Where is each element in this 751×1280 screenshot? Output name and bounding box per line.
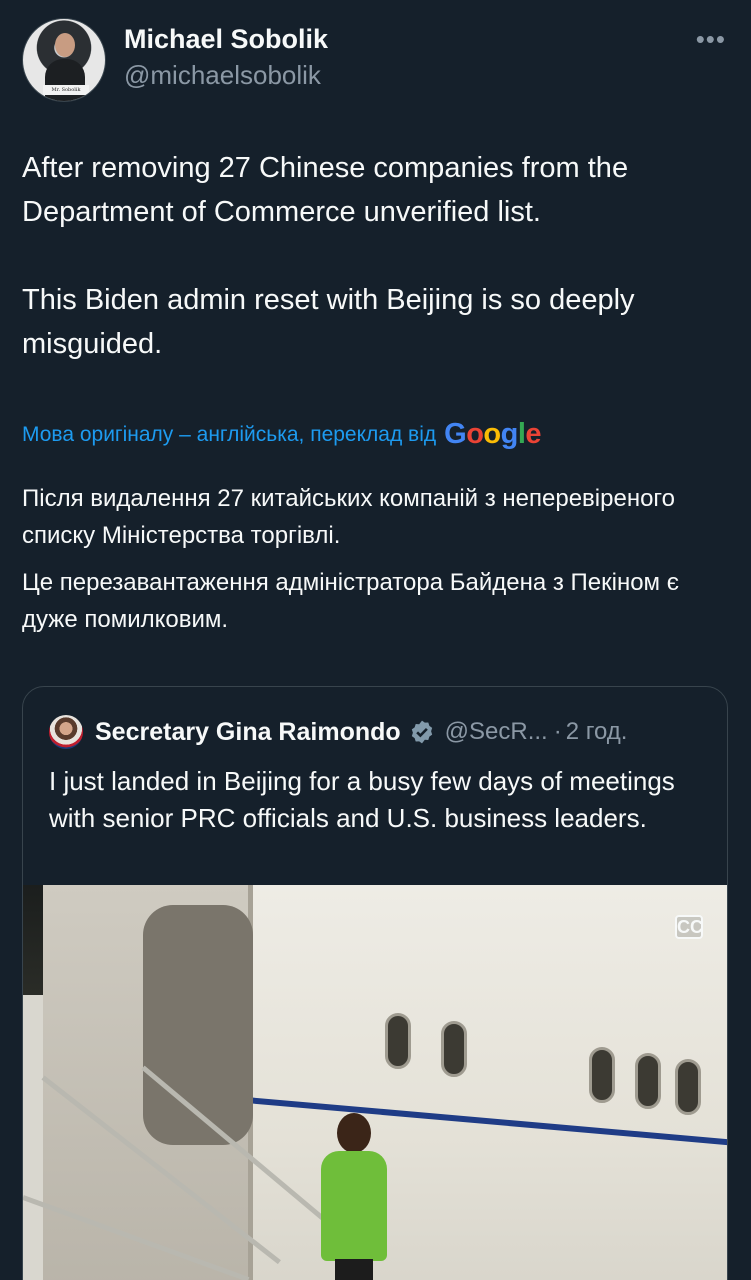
translated-paragraph: Після видалення 27 китайських компаній з… [22,485,675,549]
translation-label: Мова оригіналу – англійська, переклад ві… [22,422,437,446]
translated-paragraph: Це перезавантаження адміністратора Байде… [22,569,679,633]
quoted-author-name: Secretary Gina Raimondo [95,717,401,746]
author-avatar[interactable]: Mr. Sobolik [22,18,106,102]
quoted-tweet-time: 2 год. [565,718,628,745]
translated-text: Після видалення 27 китайських компаній з… [22,480,734,638]
quoted-tweet-video[interactable]: CC [23,885,727,1280]
tweet-paragraph: After removing 27 Chinese companies from… [22,152,629,228]
stair-rail [41,1075,281,1265]
quoted-tweet[interactable]: Secretary Gina Raimondo @SecR... · 2 год… [22,686,728,1280]
quoted-tweet-text: I just landed in Beijing for a busy few … [49,766,675,833]
verified-badge-icon [411,720,432,744]
avatar-suit [45,59,85,101]
quoted-author-avatar [49,715,83,749]
tweet-text: After removing 27 Chinese companies from… [22,146,734,366]
avatar-face [55,33,75,57]
google-logo: Google [444,418,542,450]
person-descending-stairs [319,1113,389,1280]
meta-separator: · [553,718,562,745]
avatar-nameplate: Mr. Sobolik [43,85,89,95]
person-head [337,1113,371,1153]
airplane-window [441,1021,467,1077]
airplane-window [635,1053,661,1109]
more-dots-icon[interactable]: ••• [696,24,726,55]
quoted-author-handle: @SecR... [444,718,548,745]
closed-captions-off-icon[interactable]: CC [675,915,703,939]
airplane-window [589,1047,615,1103]
tweet-paragraph: This Biden admin reset with Beijing is s… [22,284,635,360]
tweet-header: Mr. Sobolik Michael Sobolik @michaelsobo… [22,18,734,102]
stair-rail [141,1065,344,1237]
airplane-window [675,1059,701,1115]
author-handle[interactable]: @michaelsobolik [124,60,321,91]
stair-rail [23,1195,250,1280]
author-name[interactable]: Michael Sobolik [124,24,328,55]
person-green-jacket [321,1151,387,1261]
person-legs [335,1259,373,1280]
translation-attribution[interactable]: Мова оригіналу – англійська, переклад ві… [22,418,542,451]
airplane-window [385,1013,411,1069]
quoted-tweet-header: Secretary Gina Raimondo @SecR... · 2 год… [49,715,627,749]
